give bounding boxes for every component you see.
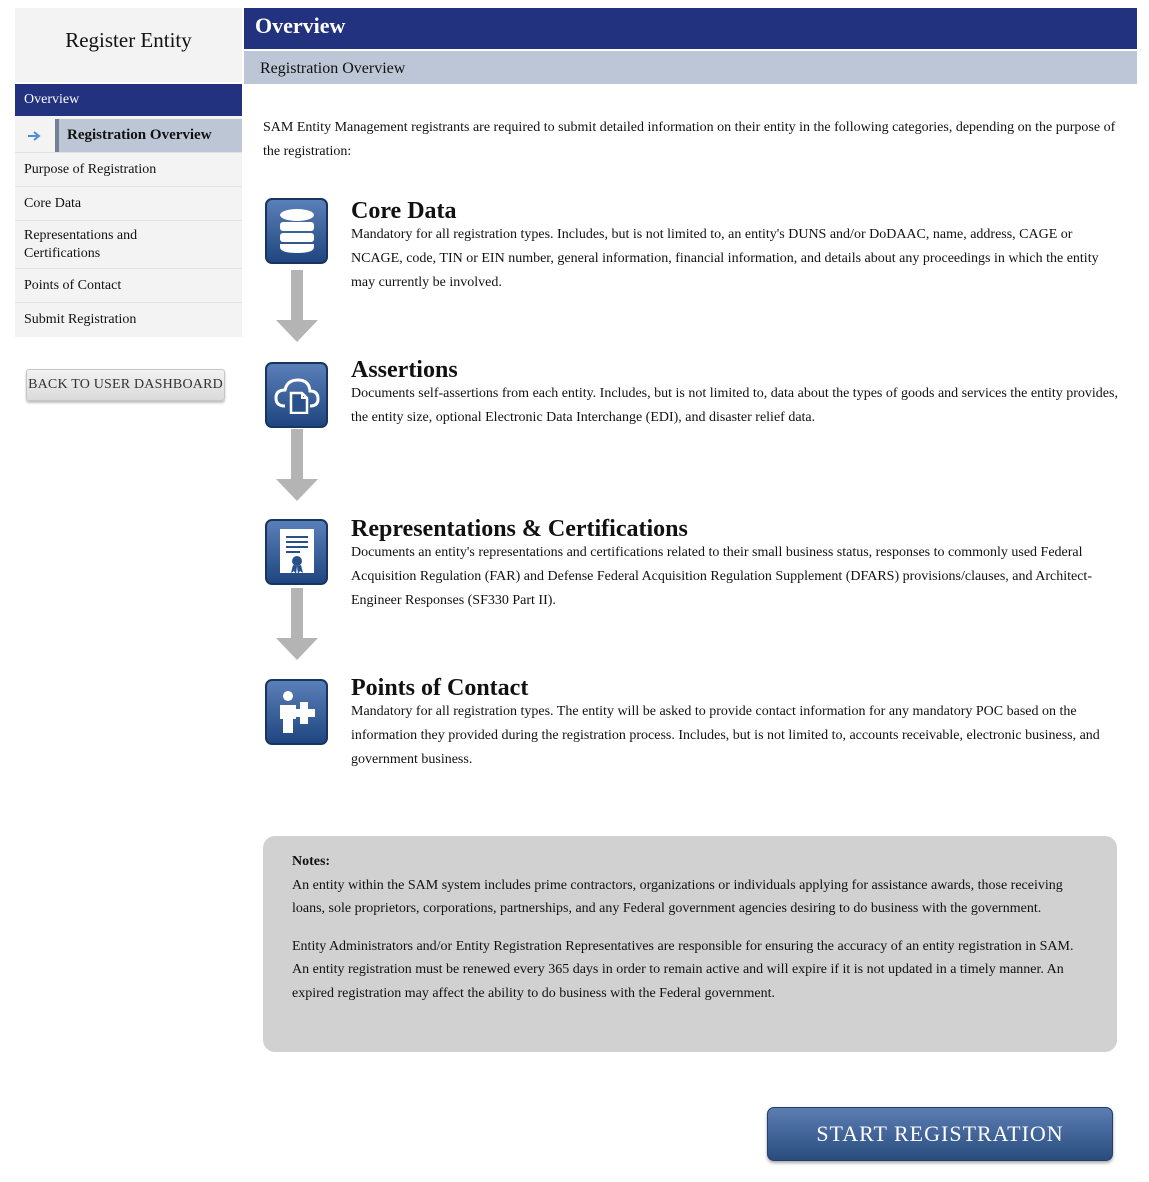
step-description: Mandatory for all registration types. Th… — [351, 704, 1100, 767]
sidebar-title: Register Entity — [15, 8, 242, 82]
notes-paragraph: An entity within the SAM system includes… — [292, 877, 1063, 917]
sidebar-item-representations-and-certifications[interactable]: Representations and Certifications — [15, 221, 242, 269]
sidebar-item-core-data[interactable]: Core Data — [15, 187, 242, 221]
step-description: Documents self-assertions from each enti… — [351, 386, 1118, 425]
sidebar-item-label: Purpose of Registration — [24, 161, 157, 177]
down-arrow-icon — [276, 270, 318, 342]
current-arrow-icon — [15, 119, 55, 152]
step-description: Documents an entity's representations an… — [351, 545, 1092, 608]
sidebar-item-points-of-contact[interactable]: Points of Contact — [15, 269, 242, 303]
down-arrow-icon — [276, 429, 318, 501]
certificate-icon — [265, 519, 328, 585]
page-title: Overview — [244, 8, 1137, 49]
sidebar-item-purpose-of-registration[interactable]: Purpose of Registration — [15, 153, 242, 187]
page-subtitle: Registration Overview — [244, 51, 1137, 84]
step-title: Assertions — [351, 357, 458, 383]
sidebar-item-registration-overview[interactable]: Registration Overview — [15, 119, 242, 153]
sidebar-item-label: Submit Registration — [24, 312, 137, 327]
notes-box: Notes: An entity within the SAM system i… — [263, 836, 1117, 1052]
sidebar-item-label: Representations and Certifications — [24, 227, 138, 261]
add-person-icon — [265, 679, 328, 745]
down-arrow-icon — [276, 588, 318, 660]
step-description: Mandatory for all registration types. In… — [351, 227, 1099, 290]
database-icon — [265, 198, 328, 264]
sidebar-nav: Overview Registration Overview Purpose o… — [15, 84, 242, 337]
sidebar-item-submit-registration[interactable]: Submit Registration — [15, 303, 242, 337]
sidebar-item-label: Overview — [24, 92, 80, 107]
step-title: Points of Contact — [351, 675, 529, 701]
back-to-dashboard-button[interactable]: BACK TO USER DASHBOARD — [26, 369, 225, 401]
notes-paragraph: Entity Administrators and/or Entity Regi… — [292, 938, 1074, 1001]
cloud-document-icon — [265, 362, 328, 428]
sidebar: Register Entity Overview Registration Ov… — [15, 8, 242, 337]
sidebar-item-label: Core Data — [24, 195, 82, 211]
step-title: Representations & Certifications — [351, 516, 688, 542]
sidebar-item-label: Points of Contact — [24, 277, 122, 293]
intro-text: SAM Entity Management registrants are re… — [263, 120, 1116, 159]
sidebar-item-label: Registration Overview — [55, 119, 242, 152]
notes-title: Notes: — [292, 854, 331, 869]
start-registration-button[interactable]: START REGISTRATION — [767, 1107, 1113, 1161]
step-title: Core Data — [351, 198, 457, 224]
sidebar-item-overview[interactable]: Overview — [15, 84, 242, 116]
